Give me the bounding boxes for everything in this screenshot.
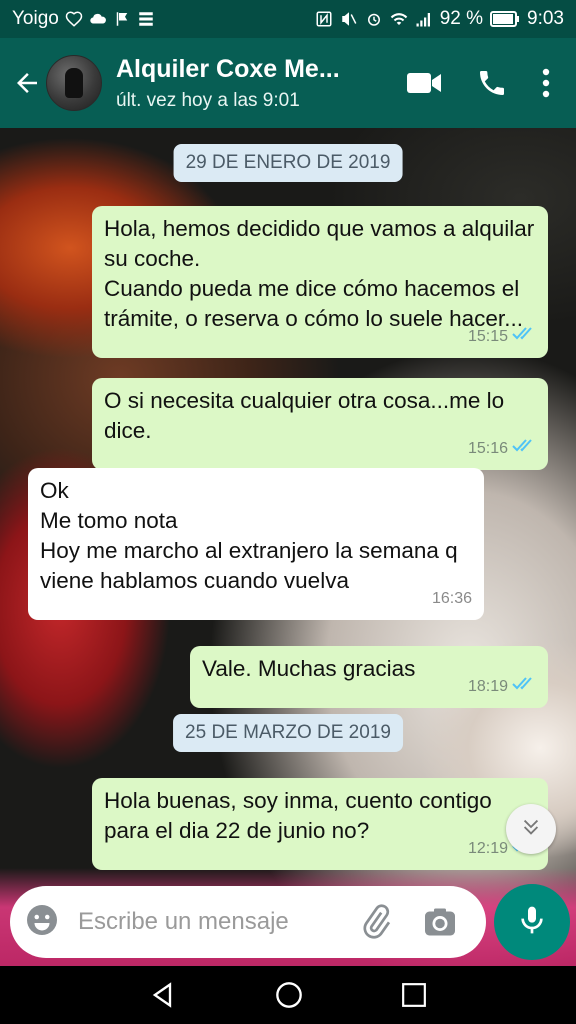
- mic-icon: [516, 904, 548, 941]
- battery-percent: 92 %: [439, 8, 484, 29]
- message-text: Hola, hemos decidido que vamos a alquila…: [104, 216, 535, 331]
- message-time: 15:16: [467, 440, 508, 457]
- heart-icon: [65, 10, 83, 28]
- double-chevron-down-icon: [520, 816, 542, 843]
- last-seen: últ. vez hoy a las 9:01: [116, 89, 300, 111]
- wifi-icon: [390, 10, 408, 28]
- message-input[interactable]: Escribe un mensaje: [78, 908, 348, 936]
- message-bubble[interactable]: Vale. Muchas gracias 18:19: [190, 646, 548, 708]
- carrier-label: Yoigo: [12, 8, 59, 29]
- mic-button[interactable]: [494, 884, 570, 960]
- message-time: 18:19: [467, 678, 508, 695]
- mute-icon: [340, 10, 358, 28]
- battery-icon: [490, 10, 520, 28]
- message-time: 15:15: [467, 328, 508, 345]
- nfc-icon: [315, 10, 333, 28]
- message-bubble[interactable]: Hola, hemos decidido que vamos a alquila…: [92, 206, 548, 358]
- scroll-down-button[interactable]: [506, 804, 556, 854]
- signal-icon: [415, 10, 433, 28]
- video-call-icon[interactable]: [406, 70, 442, 96]
- chat-area[interactable]: 29 DE ENERO DE 2019 Hola, hemos decidido…: [0, 128, 576, 966]
- message-bubble[interactable]: Ok Me tomo nota Hoy me marcho al extranj…: [28, 468, 484, 620]
- status-bar: Yoigo 92 % 9:03: [0, 0, 576, 38]
- grid-icon: [137, 10, 155, 28]
- camera-icon[interactable]: [422, 905, 458, 939]
- message-time: 16:36: [431, 590, 472, 607]
- date-chip: 29 DE ENERO DE 2019: [173, 144, 403, 182]
- nav-back-icon[interactable]: [149, 981, 177, 1009]
- attach-icon[interactable]: [358, 904, 394, 940]
- message-composer[interactable]: Escribe un mensaje: [10, 886, 486, 958]
- cloud-icon: [89, 10, 107, 28]
- message-text: Ok Me tomo nota Hoy me marcho al extranj…: [40, 478, 458, 593]
- flag-icon: [113, 10, 131, 28]
- message-bubble[interactable]: O si necesita cualquier otra cosa...me l…: [92, 378, 548, 470]
- alarm-icon: [365, 10, 383, 28]
- read-ticks-icon: [512, 322, 536, 352]
- date-chip: 25 DE MARZO DE 2019: [173, 714, 403, 752]
- system-nav-bar: [0, 966, 576, 1024]
- nav-recents-icon[interactable]: [401, 982, 427, 1008]
- read-ticks-icon: [512, 672, 536, 702]
- clock: 9:03: [527, 8, 564, 29]
- phone-icon[interactable]: [476, 67, 508, 99]
- message-bubble[interactable]: Hola buenas, soy inma, cuento contigo pa…: [92, 778, 548, 870]
- emoji-icon[interactable]: [24, 902, 64, 942]
- avatar[interactable]: [46, 55, 102, 111]
- read-ticks-icon: [512, 434, 536, 464]
- back-arrow-icon[interactable]: [4, 60, 50, 106]
- more-vert-icon[interactable]: [542, 68, 550, 98]
- message-time: 12:19: [467, 840, 508, 857]
- chat-header: Alquiler Coxe Me... últ. vez hoy a las 9…: [0, 38, 576, 128]
- contact-info[interactable]: Alquiler Coxe Me... últ. vez hoy a las 9…: [116, 55, 366, 112]
- nav-home-icon[interactable]: [275, 981, 303, 1009]
- contact-name: Alquiler Coxe Me...: [116, 54, 340, 83]
